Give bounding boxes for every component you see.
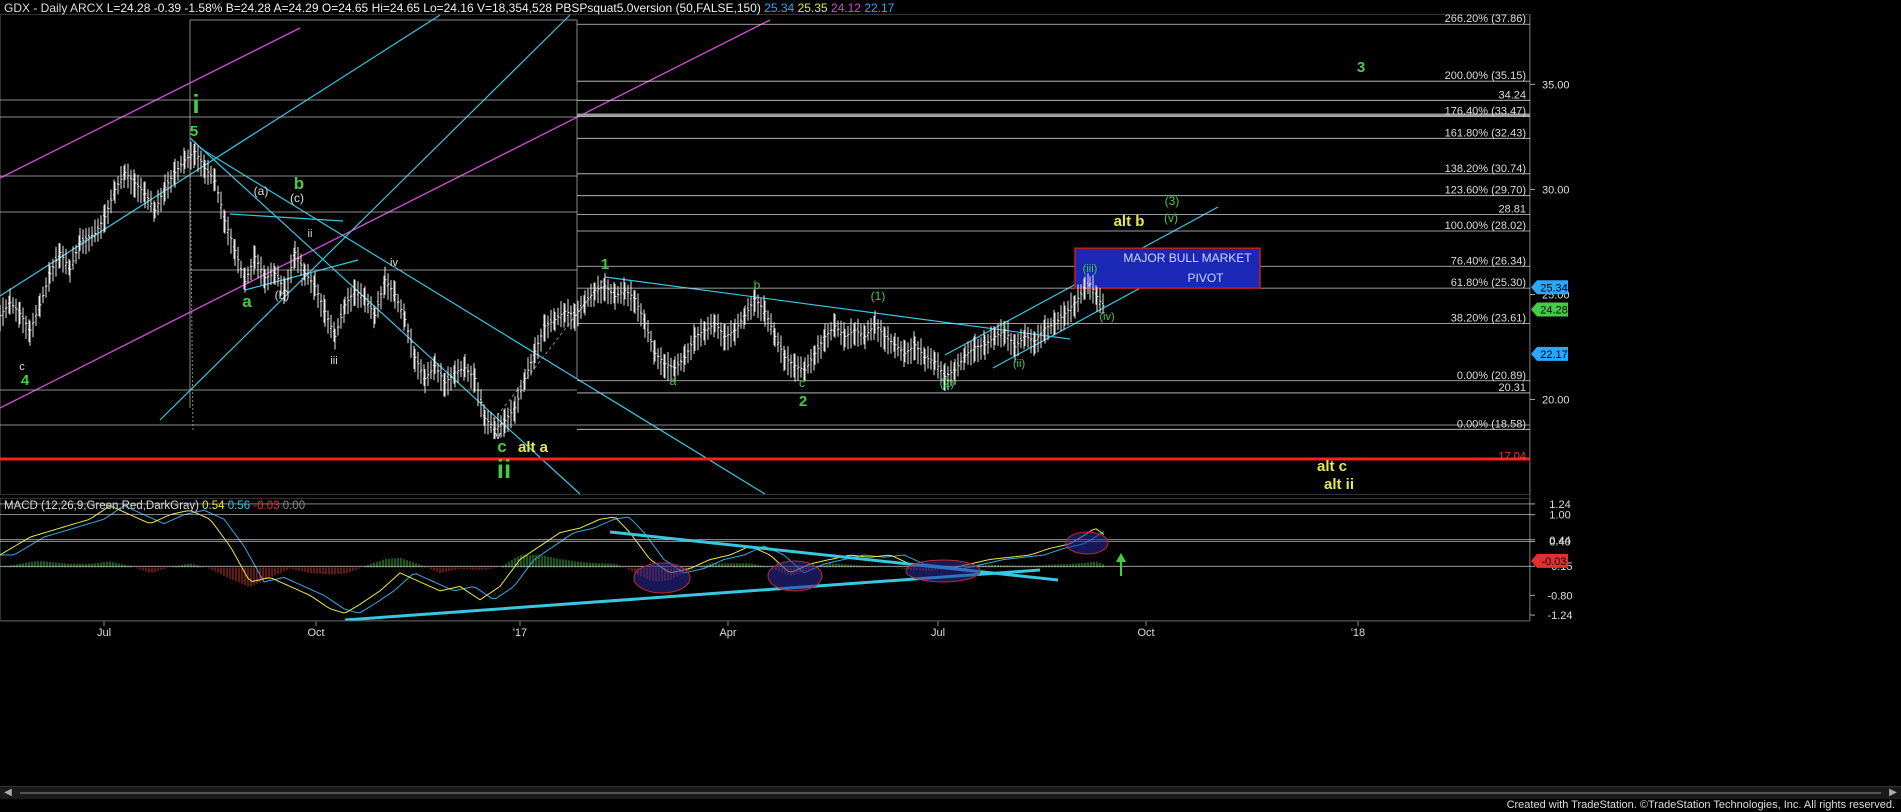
indicator-value: 22.17 <box>864 1 894 15</box>
macd-ellipse-4 <box>1065 531 1109 555</box>
wave-label: (3) <box>1165 194 1180 208</box>
scroll-right-icon[interactable]: ▶ <box>1887 787 1899 799</box>
chart-header-text: GDX - Daily ARCX L=24.28 -0.39 -1.58% B=… <box>4 1 895 15</box>
indicator-value: 24.12 <box>831 1 864 15</box>
time-axis-label: Oct <box>307 627 324 639</box>
price-level-label: 17.04 <box>1498 451 1526 463</box>
price-tag: 25.34 <box>1540 282 1568 294</box>
wave-label: 3 <box>1357 59 1365 76</box>
wave-label: (2) <box>940 376 955 390</box>
wave-label: alt a <box>518 439 549 456</box>
macd-value: 0.00 <box>283 500 305 512</box>
fib-level-label: 61.80% (25.30) <box>1451 277 1526 289</box>
macd-axis-label: -1.24 <box>1547 610 1572 622</box>
macd-ellipse-3 <box>905 559 981 583</box>
price-axis-label: 20.00 <box>1542 394 1570 406</box>
macd-label: MACD (12,26,9,Green,Red,DarkGray) <box>4 500 202 512</box>
fib-level-label: 266.20% (37.86) <box>1445 13 1526 25</box>
wave-label: alt b <box>1114 213 1145 230</box>
fib-level-label: 100.00% (28.02) <box>1445 220 1526 232</box>
wave-label: (v) <box>1164 211 1178 225</box>
indicator-value: 25.35 <box>798 1 831 15</box>
price-axis-label: 30.00 <box>1542 184 1570 196</box>
macd-axis-label: 1.00 <box>1549 510 1570 522</box>
wave-label: c <box>799 376 805 390</box>
macd-axis-label: 0.40 <box>1549 537 1570 549</box>
time-axis-label: '18 <box>1351 627 1365 639</box>
wave-label: iv <box>390 257 398 269</box>
macd-axis-label: -0.80 <box>1547 590 1572 602</box>
time-axis-label: '17 <box>513 627 527 639</box>
fib-level-label: 200.00% (35.15) <box>1445 70 1526 82</box>
fib-level-label: 76.40% (26.34) <box>1451 255 1526 267</box>
pivot-box-line1: MAJOR BULL MARKET <box>1123 251 1252 265</box>
macd-value: 0.56 <box>228 500 254 512</box>
fib-level-label: 138.20% (30.74) <box>1445 163 1526 175</box>
macd-tag: -0.03 <box>1541 556 1566 568</box>
macd-header-text: MACD (12,26,9,Green,Red,DarkGray) 0.54 0… <box>4 500 305 512</box>
wave-label: (c) <box>290 191 304 205</box>
time-axis-label: Apr <box>719 627 736 639</box>
pivot-box-line2: PIVOT <box>1187 271 1224 285</box>
wave-label: 5 <box>190 123 198 140</box>
wave-label: (ii) <box>1013 358 1025 370</box>
price-level-label: 34.24 <box>1498 89 1526 101</box>
wave-label: a <box>670 374 677 388</box>
wave-label: alt ii <box>1324 476 1354 493</box>
wave-label: iii <box>330 355 337 367</box>
price-level-label: 20.31 <box>1498 382 1526 394</box>
time-axis-label: Oct <box>1137 627 1154 639</box>
quote-label: L=24.28 -0.39 -1.58% B=24.28 A=24.29 O=2… <box>107 1 765 15</box>
wave-label: i <box>301 277 303 289</box>
price-level-label: 28.81 <box>1498 203 1526 215</box>
macd-ellipse-1 <box>633 562 691 594</box>
wave-label: b <box>754 278 761 292</box>
symbol-label: GDX - Daily ARCX <box>4 1 107 15</box>
wave-label: alt c <box>1317 458 1347 475</box>
wave-label: i <box>1004 320 1006 332</box>
wave-label: i <box>192 89 199 119</box>
wave-label: (b) <box>275 288 290 302</box>
wave-label: ii <box>497 454 511 484</box>
horizontal-scrollbar[interactable]: ◀ ▶ <box>0 786 1901 799</box>
macd-value: 0.54 <box>202 500 228 512</box>
fib-level-label: 0.00% (20.89) <box>1457 370 1526 382</box>
price-axis-label: 35.00 <box>1542 79 1570 91</box>
price-tag: 22.17 <box>1540 349 1568 361</box>
macd-ellipse-2 <box>767 560 823 592</box>
chart-canvas[interactable]: 266.20% (37.86) 200.00% (35.15) 176.40% (3… <box>0 0 1901 812</box>
wave-label: 2 <box>799 393 807 410</box>
wave-label: 4 <box>21 372 30 389</box>
wave-label: 1 <box>601 256 609 273</box>
fib-level-label: 38.20% (23.61) <box>1451 313 1526 325</box>
wave-label: (iv) <box>1099 311 1114 323</box>
time-axis-label: Jul <box>97 627 111 639</box>
price-tag: 24.28 <box>1540 305 1568 317</box>
pivot-box[interactable]: MAJOR BULL MARKET PIVOT <box>1074 247 1261 289</box>
wave-label: (iii) <box>1083 263 1098 275</box>
macd-value: -0.03 <box>253 500 282 512</box>
scroll-left-icon[interactable]: ◀ <box>2 787 14 799</box>
indicator-value: 25.34 <box>764 1 797 15</box>
fib-level-label: 176.40% (33.47) <box>1445 105 1526 117</box>
wave-label: a <box>242 292 252 311</box>
fib-level-label: 0.00% (18.58) <box>1457 418 1526 430</box>
wave-label: (a) <box>254 184 269 198</box>
wave-label: (1) <box>871 289 886 303</box>
time-axis-label: Jul <box>931 627 945 639</box>
credit-text: Created with TradeStation. ©TradeStation… <box>1506 799 1895 811</box>
scroll-thumb[interactable] <box>20 792 1881 794</box>
fib-level-label: 123.60% (29.70) <box>1445 185 1526 197</box>
wave-label: ii <box>308 228 313 240</box>
fib-level-label: 161.80% (32.43) <box>1445 127 1526 139</box>
